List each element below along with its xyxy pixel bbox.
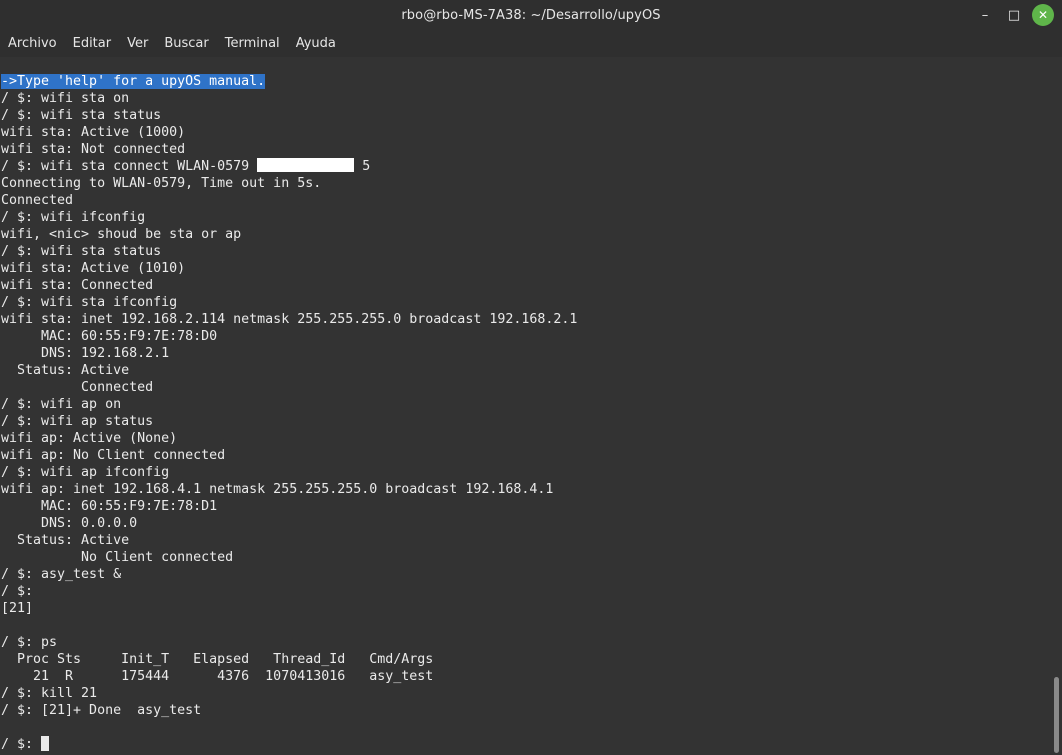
minimize-button[interactable]: – [974,4,996,26]
window-controls: – □ ✕ [967,4,1054,26]
terminal-line: Connected [1,193,74,208]
terminal-line: / $: wifi sta on [1,91,130,106]
close-button[interactable]: ✕ [1032,4,1054,26]
menu-ayuda[interactable]: Ayuda [288,36,344,51]
terminal-lines-a: / $: wifi sta on / $: wifi sta status wifi… [1,90,577,158]
terminal-line: Status: Active [1,363,130,378]
connect-command: / $: wifi sta connect WLAN-0579 [1,159,258,174]
terminal-line: wifi ap: inet 192.168.4.1 netmask 255.25… [1,482,554,497]
terminal-line: Proc Sts Init_T Elapsed Thread_Id Cmd/Ar… [1,652,434,667]
terminal-prompt-line: / $: [1,736,577,753]
terminal-line: wifi sta: inet 192.168.2.114 netmask 255… [1,312,578,327]
terminal-line: / $: wifi sta status [1,108,162,123]
terminal-line: / $: [1,584,34,599]
selected-text: ->Type 'help' for a upyOS manual. [1,74,266,89]
menu-terminal[interactable]: Terminal [217,36,288,51]
terminal-line: / $: asy_test & [1,567,122,582]
terminal-line: / $: wifi ap status [1,414,154,429]
terminal-line: Status: Active [1,533,130,548]
terminal-line: / $: wifi sta ifconfig [1,295,178,310]
terminal-line: / $: wifi ifconfig [1,210,146,225]
maximize-button[interactable]: □ [1003,4,1025,26]
menu-ver[interactable]: Ver [119,36,156,51]
terminal-line: MAC: 60:55:F9:7E:78:D1 [1,499,218,514]
terminal-lines-b: Connecting to WLAN-0579, Time out in 5s.… [1,175,577,736]
terminal-line: / $: ps [1,635,58,650]
terminal-line-connect: / $: wifi sta connect WLAN-0579 5 [1,158,577,175]
terminal-line: wifi ap: No Client connected [1,448,226,463]
terminal-line: DNS: 192.168.2.1 [1,346,170,361]
terminal-output[interactable]: ->Type 'help' for a upyOS manual. / $: w… [0,57,1052,755]
terminal-window: rbo@rbo-MS-7A38: ~/Desarrollo/upyOS – □ … [0,0,1062,755]
prompt: / $: [1,737,42,752]
title-bar[interactable]: rbo@rbo-MS-7A38: ~/Desarrollo/upyOS – □ … [0,0,1062,30]
terminal-line: DNS: 0.0.0.0 [1,516,138,531]
terminal-line-highlighted: ->Type 'help' for a upyOS manual. [1,73,577,90]
window-title: rbo@rbo-MS-7A38: ~/Desarrollo/upyOS [401,7,661,23]
scrollbar-thumb[interactable] [1054,677,1059,753]
menu-buscar[interactable]: Buscar [156,36,216,51]
terminal-line: / $: wifi ap on [1,397,122,412]
menu-bar: Archivo Editar Ver Buscar Terminal Ayuda [0,30,1062,56]
terminal-line: Connected [1,380,154,395]
menu-archivo[interactable]: Archivo [0,36,65,51]
terminal-line: wifi, <nic> shoud be sta or ap [1,227,242,242]
terminal-line: MAC: 60:55:F9:7E:78:D0 [1,329,218,344]
terminal-line: [21] [1,601,34,616]
terminal-line: / $: [21]+ Done asy_test [1,703,202,718]
terminal-line: Connecting to WLAN-0579, Time out in 5s. [1,176,322,191]
terminal-line: wifi sta: Active (1010) [1,261,186,276]
text-cursor [41,736,50,751]
terminal-line: / $: kill 21 [1,686,98,701]
menu-editar[interactable]: Editar [65,36,120,51]
redacted-password [257,158,355,172]
terminal-line: wifi sta: Not connected [1,142,186,157]
terminal-line: wifi sta: Connected [1,278,154,293]
terminal-lines: ->Type 'help' for a upyOS manual. / $: w… [1,73,577,753]
scrollbar[interactable] [1052,57,1062,755]
terminal-line: / $: wifi sta status [1,244,162,259]
terminal-line: / $: wifi ap ifconfig [1,465,170,480]
terminal-line: wifi sta: Active (1000) [1,125,186,140]
terminal-line: No Client connected [1,550,234,565]
terminal-line: 21 R 175444 4376 1070413016 asy_test [1,669,434,684]
connect-command-suffix: 5 [354,159,371,174]
terminal-line: wifi ap: Active (None) [1,431,178,446]
